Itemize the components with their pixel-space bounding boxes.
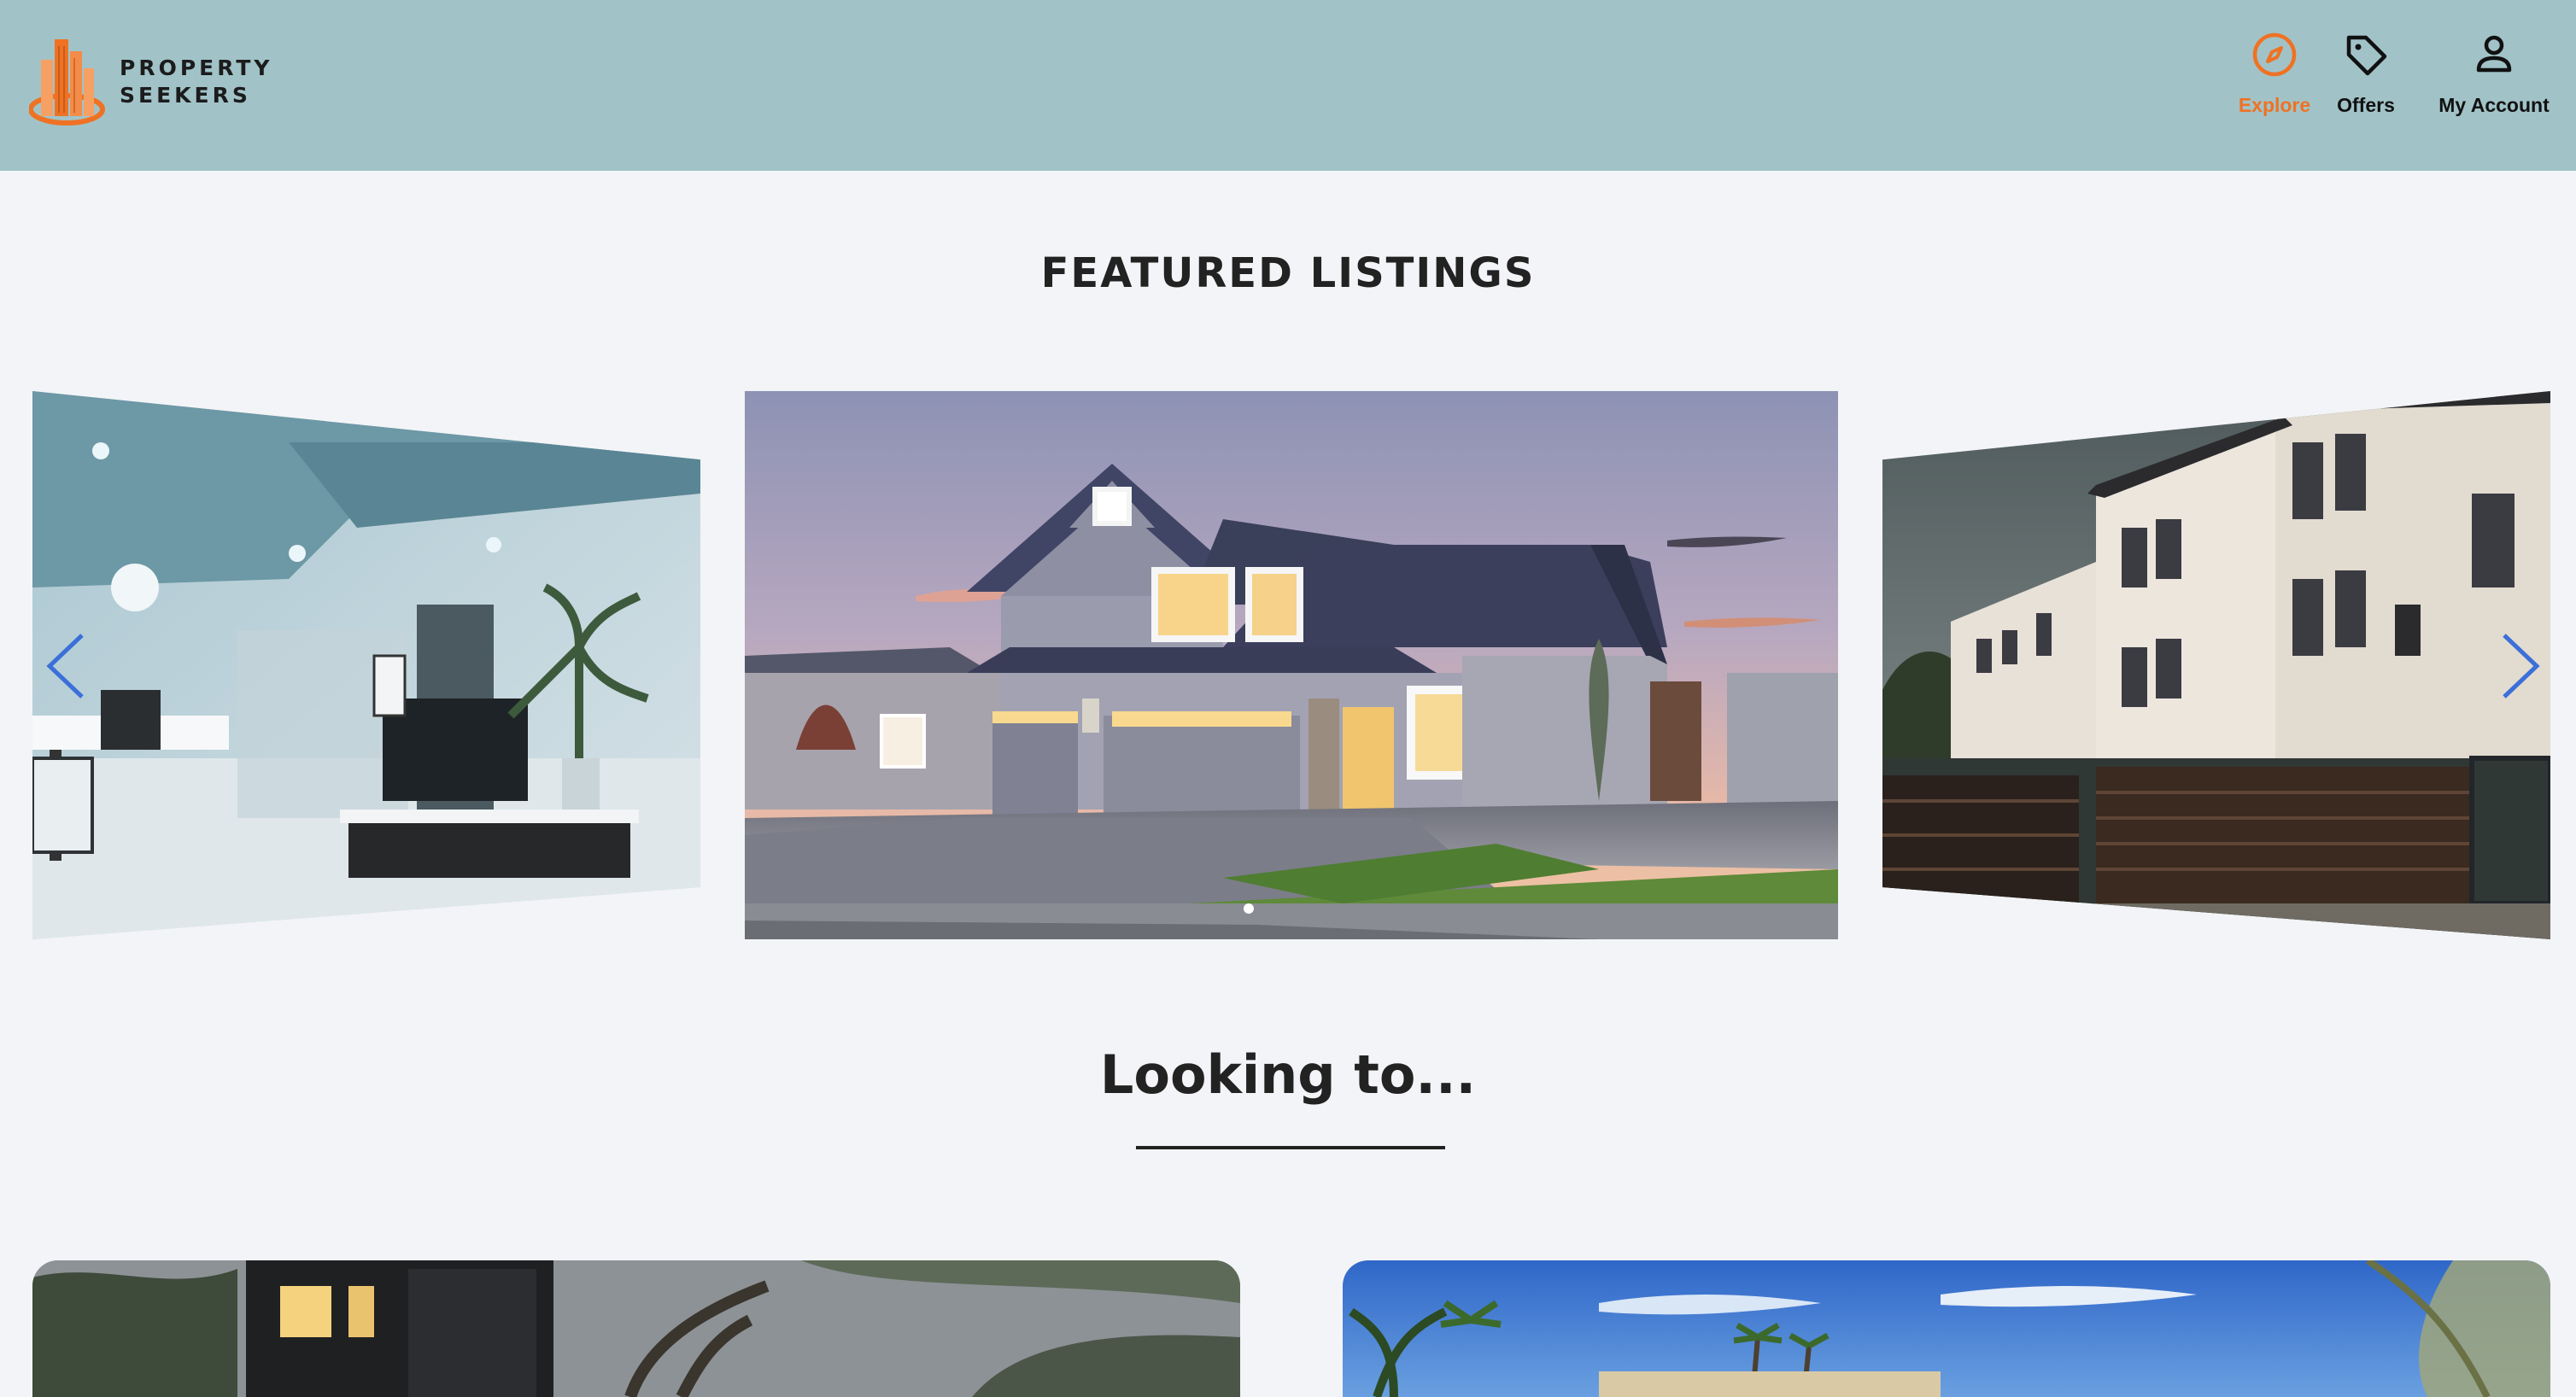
option-card-left[interactable] <box>32 1260 1240 1397</box>
slide-townhouses[interactable] <box>1882 391 2550 939</box>
slide-interior[interactable] <box>32 391 700 939</box>
nav-explore-label: Explore <box>2238 94 2311 116</box>
palm-house-photo <box>1343 1260 2550 1397</box>
chevron-right-icon <box>2503 634 2540 698</box>
top-header: PROPERTY SEEKERS Explore Offers My Accou… <box>0 0 2576 171</box>
brand-line-2: SEEKERS <box>120 83 251 108</box>
brand-logo[interactable]: PROPERTY SEEKERS <box>29 34 270 130</box>
carousel-dot[interactable] <box>1244 903 1254 914</box>
title-underline <box>1136 1146 1445 1149</box>
building-logo-icon <box>29 39 105 126</box>
nav-explore[interactable]: Explore <box>2228 31 2321 117</box>
user-icon <box>2476 35 2512 73</box>
chevron-left-icon <box>46 634 84 698</box>
carousel-prev-button[interactable] <box>41 630 92 702</box>
suburban-house-photo <box>745 391 1838 939</box>
looking-to-title: Looking to... <box>1099 1043 1477 1106</box>
brand-line-1: PROPERTY <box>120 56 273 80</box>
nav-my-account[interactable]: My Account <box>2434 31 2554 117</box>
nav-offers[interactable]: Offers <box>2332 31 2400 117</box>
nav-my-account-label: My Account <box>2438 94 2550 116</box>
nav-offers-label: Offers <box>2337 94 2395 116</box>
slide-house[interactable] <box>745 391 1838 939</box>
modern-home-photo <box>32 1260 1240 1397</box>
tag-icon <box>2346 35 2387 76</box>
featured-listings-title: FEATURED LISTINGS <box>1040 249 1536 297</box>
modern-interior-photo <box>32 391 700 939</box>
brand-name: PROPERTY SEEKERS <box>120 55 273 109</box>
carousel-next-button[interactable] <box>2494 630 2545 702</box>
compass-icon <box>2252 32 2297 77</box>
option-card-right[interactable] <box>1343 1260 2550 1397</box>
townhouses-photo <box>1882 391 2550 939</box>
